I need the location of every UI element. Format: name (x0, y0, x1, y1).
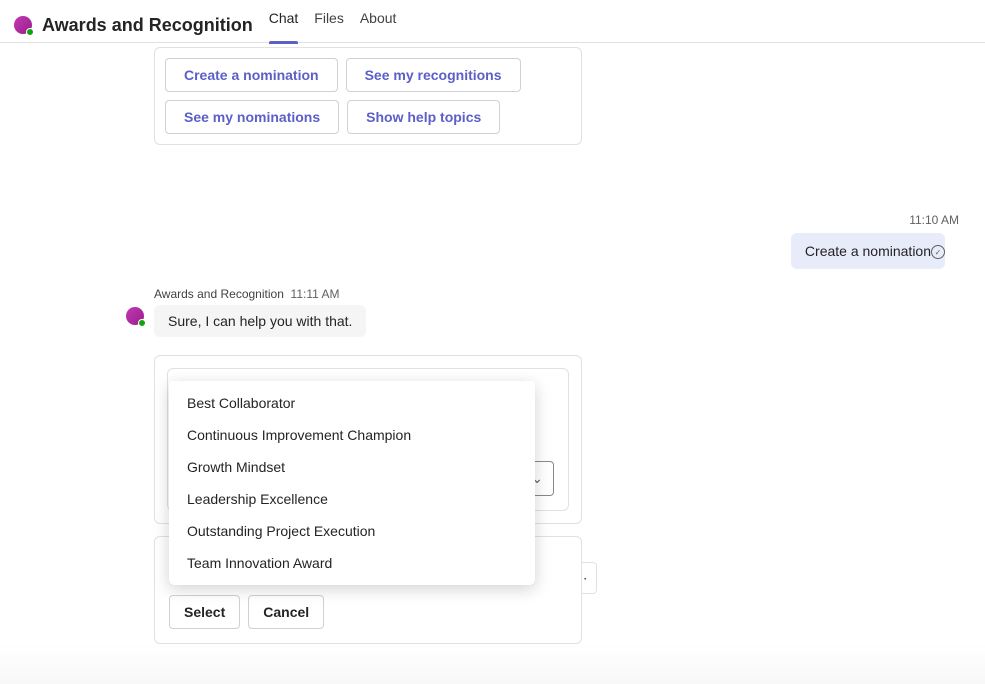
bot-avatar-icon (126, 307, 144, 325)
app-title: Awards and Recognition (42, 15, 253, 36)
user-message-row: 11:10 AM Create a nomination ✓ (26, 213, 959, 269)
dropdown-option[interactable]: Continuous Improvement Champion (169, 419, 535, 451)
see-recognitions-button[interactable]: See my recognitions (346, 58, 521, 92)
cancel-button[interactable]: Cancel (248, 595, 324, 629)
dropdown-option[interactable]: Outstanding Project Execution (169, 515, 535, 547)
dropdown-option[interactable]: Team Innovation Award (169, 547, 535, 579)
bot-sender-name: Awards and Recognition (154, 287, 284, 301)
fade-overlay (0, 644, 985, 684)
user-message-time: 11:10 AM (26, 213, 959, 227)
app-avatar-icon (14, 16, 32, 34)
app-header: Awards and Recognition Chat Files About (0, 0, 985, 43)
header-tabs: Chat Files About (269, 8, 397, 42)
presence-dot-icon (26, 28, 34, 36)
tab-chat[interactable]: Chat (269, 10, 299, 44)
sent-check-icon: ✓ (931, 245, 945, 259)
dropdown-option[interactable]: Leadership Excellence (169, 483, 535, 515)
select-button[interactable]: Select (169, 595, 240, 629)
see-nominations-button[interactable]: See my nominations (165, 100, 339, 134)
chat-area: Create a nomination See my recognitions … (0, 43, 985, 684)
bot-reply-time: 11:11 AM (291, 287, 340, 301)
user-message-bubble: Create a nomination (791, 233, 945, 269)
tab-files[interactable]: Files (314, 10, 344, 44)
quick-actions-card: Create a nomination See my recognitions … (154, 47, 582, 145)
award-select-card: Best Collaborator Continuous Improvement… (154, 536, 582, 644)
award-dropdown-panel: Best Collaborator Continuous Improvement… (169, 381, 535, 585)
bot-reply-row: Awards and Recognition 11:11 AM Sure, I … (26, 287, 959, 644)
bot-reply-bubble: Sure, I can help you with that. (154, 305, 366, 337)
tab-about[interactable]: About (360, 10, 397, 44)
dropdown-option[interactable]: Best Collaborator (169, 387, 535, 419)
presence-dot-icon (138, 319, 146, 327)
create-nomination-button[interactable]: Create a nomination (165, 58, 338, 92)
dropdown-option[interactable]: Growth Mindset (169, 451, 535, 483)
show-help-button[interactable]: Show help topics (347, 100, 500, 134)
